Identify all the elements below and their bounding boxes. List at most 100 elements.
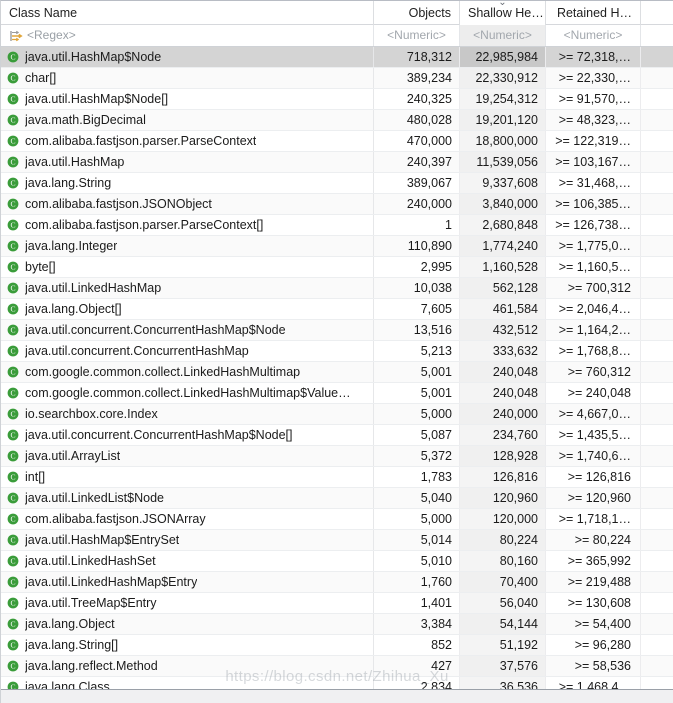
table-row[interactable]: Cjava.lang.Integer 110,890 1,774,240 >= 1,7… — [1, 236, 673, 257]
filter-shallow-heap-cell[interactable]: <Numeric> — [460, 25, 546, 46]
cell-spacer — [641, 551, 672, 571]
cell-retained-heap: >= 103,167… — [546, 152, 641, 172]
cell-class-name[interactable]: Cjava.util.HashMap — [1, 152, 374, 172]
filter-class-name-cell[interactable]: <Regex> — [1, 25, 374, 46]
cell-class-name[interactable]: Cbyte[] — [1, 257, 374, 277]
cell-class-name[interactable]: Cjava.util.LinkedHashSet — [1, 551, 374, 571]
cell-class-name[interactable]: Cjava.lang.reflect.Method — [1, 656, 374, 676]
cell-shallow-heap: 120,960 — [460, 488, 546, 508]
cell-shallow-heap: 51,192 — [460, 635, 546, 655]
svg-text:C: C — [10, 578, 15, 587]
column-header-retained-heap-label: Retained H… — [556, 6, 632, 20]
cell-class-name[interactable]: Ccom.alibaba.fastjson.JSONArray — [1, 509, 374, 529]
cell-class-name[interactable]: Cjava.util.HashMap$EntrySet — [1, 530, 374, 550]
cell-class-name[interactable]: Cjava.util.TreeMap$Entry — [1, 593, 374, 613]
column-header-class-name[interactable]: Class Name — [1, 1, 374, 25]
table-row[interactable]: Cint[] 1,783 126,816 >= 126,816 — [1, 467, 673, 488]
cell-class-name[interactable]: Ccom.alibaba.fastjson.parser.ParseContex… — [1, 215, 374, 235]
class-icon: C — [7, 639, 19, 651]
table-row[interactable]: Cjava.lang.Object[] 7,605 461,584 >= 2,046,… — [1, 299, 673, 320]
table-row[interactable]: Cjava.util.LinkedList$Node 5,040 120,960 >=… — [1, 488, 673, 509]
cell-retained-heap: >= 91,570,… — [546, 89, 641, 109]
table-row[interactable]: Cjava.util.concurrent.ConcurrentHashMap 5… — [1, 341, 673, 362]
table-row[interactable]: Cjava.util.HashMap 240,397 11,539,056 >= 10… — [1, 152, 673, 173]
svg-text:C: C — [10, 116, 15, 125]
svg-text:C: C — [10, 410, 15, 419]
cell-class-name[interactable]: Cjava.math.BigDecimal — [1, 110, 374, 130]
table-row[interactable]: Ccom.alibaba.fastjson.JSONArray 5,000 120,… — [1, 509, 673, 530]
class-icon: C — [7, 219, 19, 231]
class-icon: C — [7, 618, 19, 630]
column-header-shallow-heap[interactable]: ⌄ Shallow He… — [460, 1, 546, 25]
table-row[interactable]: Cchar[] 389,234 22,330,912 >= 22,330,… — [1, 68, 673, 89]
cell-class-name[interactable]: Cjava.lang.Object[] — [1, 299, 374, 319]
cell-shallow-heap: 240,048 — [460, 362, 546, 382]
cell-class-name[interactable]: Cjava.util.LinkedHashMap — [1, 278, 374, 298]
class-name-label: com.alibaba.fastjson.JSONObject — [25, 197, 212, 211]
cell-spacer — [641, 341, 672, 361]
cell-class-name[interactable]: Cjava.lang.Object — [1, 614, 374, 634]
class-icon: C — [7, 282, 19, 294]
cell-retained-heap: >= 48,323,… — [546, 110, 641, 130]
cell-objects: 718,312 — [374, 47, 460, 67]
svg-text:C: C — [10, 368, 15, 377]
class-icon: C — [7, 240, 19, 252]
svg-text:C: C — [10, 158, 15, 167]
cell-class-name[interactable]: Ccom.google.common.collect.LinkedHashMul… — [1, 362, 374, 382]
table-body: Cjava.util.HashMap$Node 718,312 22,985,984… — [1, 47, 673, 698]
cell-class-name[interactable]: Ccom.alibaba.fastjson.JSONObject — [1, 194, 374, 214]
class-name-label: java.util.concurrent.ConcurrentHashMap$N… — [25, 428, 293, 442]
class-name-label: com.google.common.collect.LinkedHashMult… — [25, 365, 301, 379]
table-row[interactable]: Cjava.util.LinkedHashMap$Entry 1,760 70,40… — [1, 572, 673, 593]
svg-text:C: C — [10, 263, 15, 272]
cell-class-name[interactable]: Cjava.lang.String — [1, 173, 374, 193]
table-row[interactable]: Cjava.util.HashMap$Node[] 240,325 19,254,3… — [1, 89, 673, 110]
table-row[interactable]: Cjava.util.TreeMap$Entry 1,401 56,040 >= 13… — [1, 593, 673, 614]
table-row[interactable]: Cjava.util.LinkedHashMap 10,038 562,128 >= … — [1, 278, 673, 299]
cell-objects: 5,213 — [374, 341, 460, 361]
cell-class-name[interactable]: Cint[] — [1, 467, 374, 487]
table-row[interactable]: Cjava.lang.Object 3,384 54,144 >= 54,400 — [1, 614, 673, 635]
table-row[interactable]: Cjava.util.HashMap$EntrySet 5,014 80,224 >=… — [1, 530, 673, 551]
cell-class-name[interactable]: Cjava.util.HashMap$Node[] — [1, 89, 374, 109]
cell-class-name[interactable]: Cjava.util.HashMap$Node — [1, 47, 374, 67]
cell-class-name[interactable]: Cchar[] — [1, 68, 374, 88]
table-row[interactable]: Ccom.alibaba.fastjson.parser.ParseContex… — [1, 131, 673, 152]
table-row[interactable]: Cjava.lang.reflect.Method 427 37,576 >= 58,… — [1, 656, 673, 677]
cell-class-name[interactable]: Cjava.lang.Integer — [1, 236, 374, 256]
table-row[interactable]: Cjava.math.BigDecimal 480,028 19,201,120 >=… — [1, 110, 673, 131]
table-row[interactable]: Ccom.alibaba.fastjson.JSONObject 240,000 3… — [1, 194, 673, 215]
cell-class-name[interactable]: Cjava.util.concurrent.ConcurrentHashMap$… — [1, 320, 374, 340]
cell-class-name[interactable]: Cio.searchbox.core.Index — [1, 404, 374, 424]
table-row[interactable]: Cjava.util.HashMap$Node 718,312 22,985,984… — [1, 47, 673, 68]
cell-shallow-heap: 1,160,528 — [460, 257, 546, 277]
class-name-label: byte[] — [25, 260, 56, 274]
table-row[interactable]: Ccom.google.common.collect.LinkedHashMul… — [1, 362, 673, 383]
table-row[interactable]: Cjava.util.ArrayList 5,372 128,928 >= 1,740… — [1, 446, 673, 467]
table-row[interactable]: Cbyte[] 2,995 1,160,528 >= 1,160,5… — [1, 257, 673, 278]
column-header-objects[interactable]: Objects — [374, 1, 460, 25]
filter-retained-heap-cell[interactable]: <Numeric> — [546, 25, 641, 46]
filter-objects-cell[interactable]: <Numeric> — [374, 25, 460, 46]
table-row[interactable]: Cjava.util.LinkedHashSet 5,010 80,160 >= 36… — [1, 551, 673, 572]
table-row[interactable]: Cjava.lang.String[] 852 51,192 >= 96,280 — [1, 635, 673, 656]
column-header-retained-heap[interactable]: Retained H… — [546, 1, 641, 25]
cell-class-name[interactable]: Ccom.google.common.collect.LinkedHashMul… — [1, 383, 374, 403]
cell-class-name[interactable]: Cjava.util.LinkedHashMap$Entry — [1, 572, 374, 592]
table-row[interactable]: Ccom.alibaba.fastjson.parser.ParseContex… — [1, 215, 673, 236]
cell-class-name[interactable]: Cjava.lang.String[] — [1, 635, 374, 655]
table-row[interactable]: Cio.searchbox.core.Index 5,000 240,000 >= 4… — [1, 404, 673, 425]
cell-class-name[interactable]: Cjava.util.LinkedList$Node — [1, 488, 374, 508]
table-row[interactable]: Ccom.google.common.collect.LinkedHashMul… — [1, 383, 673, 404]
cell-class-name[interactable]: Cjava.util.concurrent.ConcurrentHashMap — [1, 341, 374, 361]
class-name-label: com.google.common.collect.LinkedHashMult… — [25, 386, 351, 400]
cell-class-name[interactable]: Cjava.util.concurrent.ConcurrentHashMap$… — [1, 425, 374, 445]
cell-spacer — [641, 530, 672, 550]
cell-class-name[interactable]: Ccom.alibaba.fastjson.parser.ParseContex… — [1, 131, 374, 151]
table-row[interactable]: Cjava.util.concurrent.ConcurrentHashMap$… — [1, 320, 673, 341]
table-row[interactable]: Cjava.lang.String 389,067 9,337,608 >= 31,4… — [1, 173, 673, 194]
table-row[interactable]: Cjava.util.concurrent.ConcurrentHashMap$… — [1, 425, 673, 446]
cell-retained-heap: >= 1,160,5… — [546, 257, 641, 277]
class-name-label: java.lang.Object[] — [25, 302, 122, 316]
cell-class-name[interactable]: Cjava.util.ArrayList — [1, 446, 374, 466]
